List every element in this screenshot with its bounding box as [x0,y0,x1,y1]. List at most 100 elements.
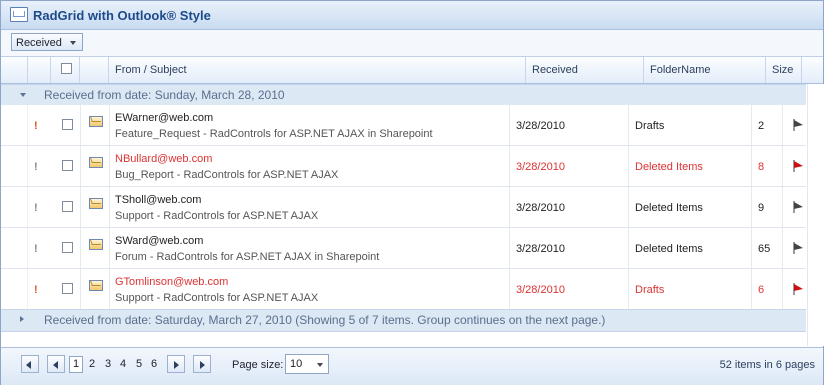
column-separator [80,269,81,309]
priority-icon: ! [34,120,38,132]
page-size-select[interactable]: 10 [285,354,329,374]
column-separator [80,146,81,186]
table-row[interactable]: ! TSholl@web.com Support - RadControls for… [1,187,806,228]
page-size-value: 10 [290,358,303,370]
next-page-icon [174,361,179,369]
column-separator [628,105,629,145]
size-value: 2 [758,120,765,132]
column-separator [109,187,110,227]
column-separator [509,187,510,227]
page-number[interactable]: 5 [136,358,142,370]
table-row[interactable]: ! NBullard@web.com Bug_Report - RadControl… [1,146,806,187]
page-number[interactable]: 4 [120,358,126,370]
table-row[interactable]: ! SWard@web.com Forum - RadControls for AS… [1,228,806,269]
column-separator [751,269,752,309]
column-separator [109,228,110,268]
prev-page-icon [53,361,58,369]
row-spacer-cell [1,187,28,227]
folder-name: Deleted Items [635,202,703,214]
row-checkbox[interactable] [62,283,73,294]
group-button-label: Received [16,37,62,49]
next-page-button[interactable] [167,355,185,373]
row-spacer-cell [1,105,28,145]
column-separator [782,269,783,309]
select-all-checkbox[interactable] [61,63,72,74]
column-separator [509,228,510,268]
vertical-scroll-area[interactable] [807,84,824,346]
priority-icon: ! [34,202,38,214]
group-panel: Received [1,30,823,57]
column-separator [751,187,752,227]
first-page-icon [26,361,31,369]
column-separator [509,269,510,309]
column-separator [509,105,510,145]
flag-icon[interactable] [791,281,807,297]
table-row[interactable]: ! GTomlinson@web.com Support - RadControls… [1,269,806,310]
row-checkbox[interactable] [62,160,73,171]
group-by-received-button[interactable]: Received [11,33,83,51]
group-header-row[interactable]: Received from date: Sunday, March 28, 20… [1,84,806,107]
prev-page-button[interactable] [47,355,65,373]
row-checkbox[interactable] [62,119,73,130]
column-separator [751,105,752,145]
envelope-icon [89,239,103,250]
group-header-row[interactable]: Received from date: Saturday, March 27, … [1,309,806,332]
column-separator [628,228,629,268]
flag-icon[interactable] [791,158,807,174]
row-checkbox[interactable] [62,242,73,253]
column-separator [80,105,81,145]
collapse-group-icon[interactable] [20,93,26,97]
header-size[interactable]: Size [766,57,802,83]
flag-icon[interactable] [791,199,807,215]
column-separator [109,105,110,145]
expand-group-icon[interactable] [20,316,24,322]
header-from-subject[interactable]: From / Subject [109,57,526,83]
folder-name: Drafts [635,120,665,132]
from-address: SWard@web.com [115,235,204,247]
subject-text: Support - RadControls for ASP.NET AJAX [115,292,319,304]
last-page-icon [200,361,205,369]
column-separator [628,146,629,186]
size-value: 8 [758,161,765,173]
row-checkbox[interactable] [62,201,73,212]
column-separator [782,228,783,268]
last-page-button[interactable] [193,355,211,373]
received-date: 3/28/2010 [516,161,565,173]
header-icon-cell [80,57,109,83]
from-address: EWarner@web.com [115,112,214,124]
column-separator [782,146,783,186]
flag-icon[interactable] [791,240,807,256]
chevron-down-icon [317,363,323,367]
priority-icon: ! [34,243,38,255]
first-page-button[interactable] [21,355,39,373]
column-header-row: From / Subject Received FolderName Size [1,57,823,84]
column-separator [751,146,752,186]
chevron-down-icon [70,41,76,45]
header-folder-name[interactable]: FolderName [644,57,766,83]
folder-name: Drafts [635,284,665,296]
column-separator [782,187,783,227]
size-value: 65 [758,243,771,255]
column-separator [80,228,81,268]
pager-info: 52 items in 6 pages [719,359,815,371]
column-separator [628,269,629,309]
column-separator [751,228,752,268]
pager-bar: 1 2 3 4 5 6 Page size: 10 52 items in 6 … [1,347,823,385]
subject-text: Forum - RadControls for ASP.NET AJAX in … [115,251,380,263]
header-received[interactable]: Received [526,57,644,83]
from-address: TSholl@web.com [115,194,202,206]
page-number-current[interactable]: 1 [69,356,84,373]
subject-text: Bug_Report - RadControls for ASP.NET AJA… [115,169,339,181]
from-address: NBullard@web.com [115,153,213,165]
page-number[interactable]: 3 [105,358,111,370]
flag-icon[interactable] [791,117,807,133]
page-number[interactable]: 6 [151,358,157,370]
row-spacer-cell [1,228,28,268]
column-separator [628,187,629,227]
table-row[interactable]: ! EWarner@web.com Feature_Request - RadCon… [1,105,806,146]
page-number[interactable]: 2 [89,358,95,370]
priority-icon: ! [34,161,38,173]
envelope-icon [89,198,103,209]
subject-text: Support - RadControls for ASP.NET AJAX [115,210,319,222]
header-priority-cell [28,57,51,83]
